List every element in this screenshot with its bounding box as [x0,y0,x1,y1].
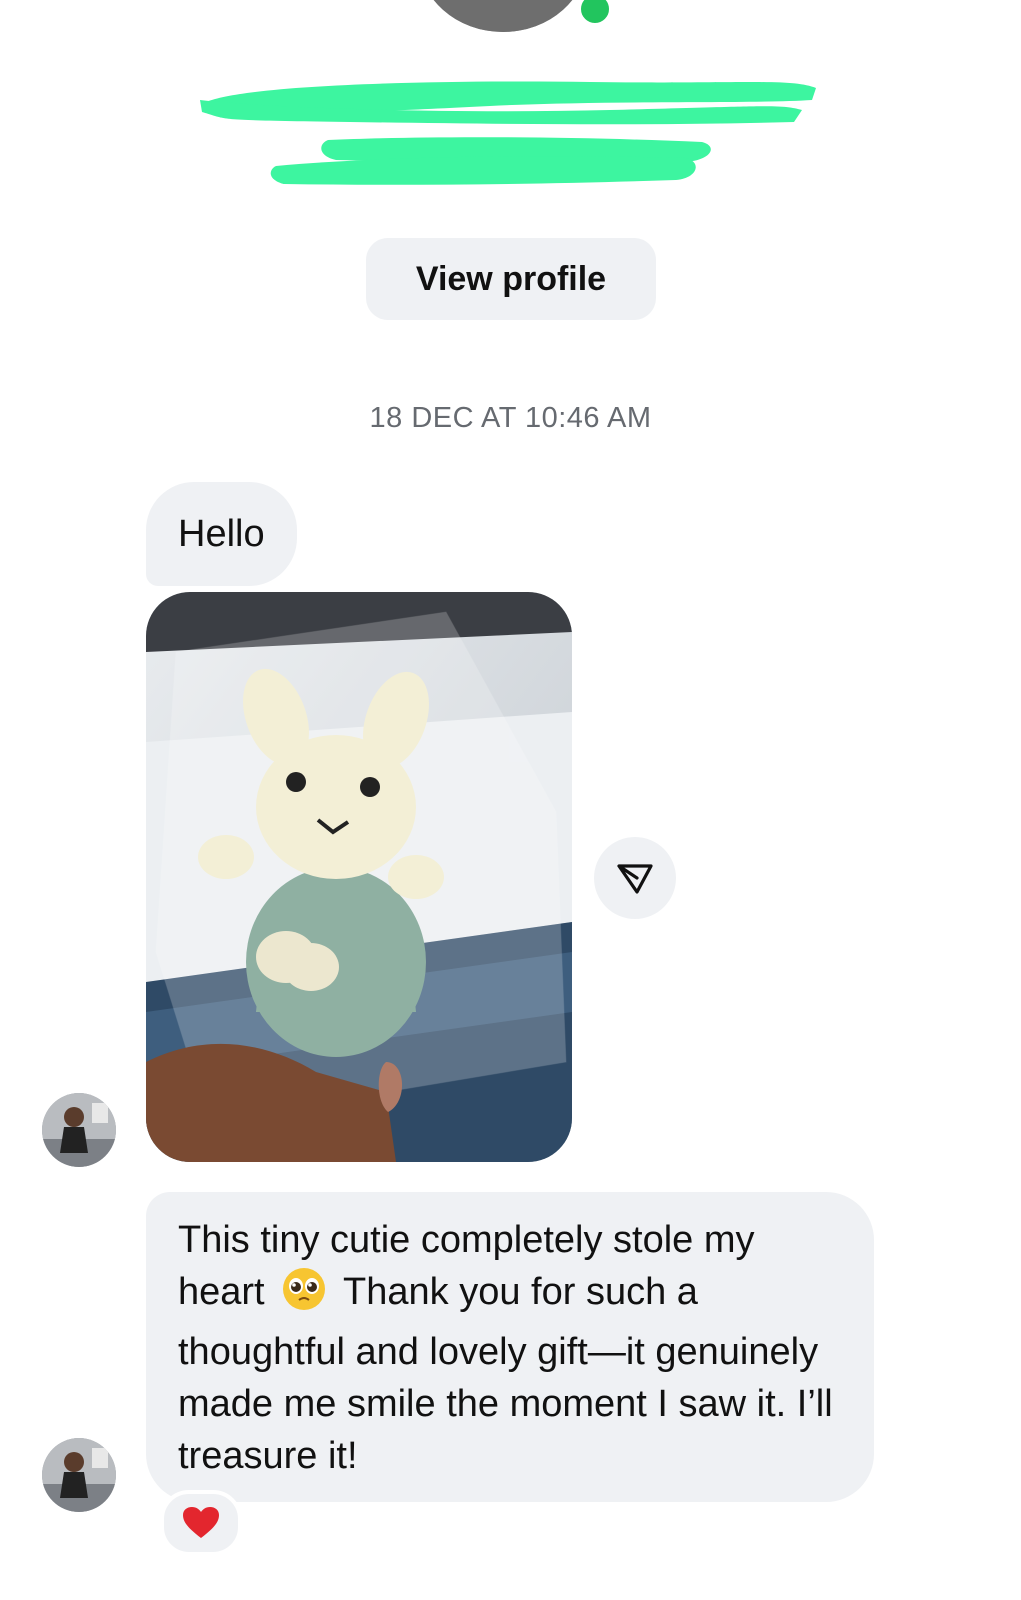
message-bubble[interactable]: This tiny cutie completely stole my hear… [146,1192,874,1502]
sender-avatar[interactable] [42,1438,116,1512]
share-button[interactable] [594,837,676,919]
message-reaction[interactable] [160,1490,242,1556]
message-text: This tiny cutie completely stole my hear… [178,1219,833,1477]
view-profile-button[interactable]: View profile [366,238,656,320]
message-timestamp: 18 DEC AT 10:46 AM [369,402,652,434]
avatar-photo [42,1438,116,1512]
message-text: Hello [178,513,265,555]
avatar-photo [42,1093,116,1167]
photo-attachment[interactable] [146,592,572,1162]
crochet-bunny-photo [146,592,572,1162]
heart-icon [183,1507,219,1538]
message-bubble[interactable]: Hello [146,482,297,586]
sender-avatar[interactable] [42,1093,116,1167]
redacted-name [200,81,816,125]
redacted-username [270,137,711,185]
send-icon [617,864,653,894]
pleading-face-icon [281,1266,327,1326]
profile-avatar[interactable] [418,0,588,32]
